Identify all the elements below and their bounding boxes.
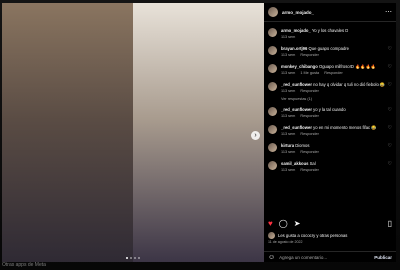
comment-username[interactable]: samil_akkous	[281, 161, 308, 166]
heart-icon[interactable]: ♡	[388, 125, 392, 137]
comment-time: 113 sem	[281, 113, 296, 118]
heart-icon[interactable]: ♡	[388, 143, 392, 155]
avatar[interactable]	[268, 28, 277, 37]
comment-text: Diomos	[295, 143, 310, 148]
avatar[interactable]	[268, 64, 277, 73]
likes-text[interactable]: Les gusta a cococry y otras personas	[278, 233, 347, 238]
comment-item: kirtura Diomos 113 sem Responder ♡	[268, 143, 392, 155]
comment-username[interactable]: brayan.ortj96	[281, 46, 307, 51]
comment-item: armo_mojado_ Yo y los chavales D 113 sem	[268, 28, 392, 40]
heart-icon[interactable]: ♡	[388, 46, 392, 58]
header-username[interactable]: armo_mojado_	[282, 10, 314, 15]
comment-time: 113 sem	[281, 167, 296, 172]
photo-right	[133, 3, 264, 262]
post-media[interactable]: ›	[2, 3, 264, 262]
comment-text: yo en mi momento menos fifac 😂	[313, 125, 377, 130]
comment-text: Oguapo milfroso!D 🔥🔥🔥🔥	[318, 64, 376, 69]
carousel-dots	[126, 257, 140, 259]
avatar[interactable]	[268, 46, 277, 55]
carousel-dot	[138, 257, 140, 259]
comment-item: monkey_chibango Oguapo milfroso!D 🔥🔥🔥🔥 1…	[268, 64, 392, 76]
comment-item: _red_sunflower no hay q olvidar q tuli n…	[268, 82, 392, 94]
comment-time: 113 sem	[281, 34, 296, 39]
post-date: 11 de agosto de 2022	[268, 240, 303, 244]
add-comment-bar: ☺ Agrega un comentario... Publicar	[264, 251, 396, 263]
comment-username[interactable]: _red_sunflower	[281, 107, 312, 112]
emoji-icon[interactable]: ☺	[268, 254, 275, 261]
avatar[interactable]	[268, 161, 277, 170]
avatar[interactable]	[268, 143, 277, 152]
likes-summary[interactable]: Les gusta a cococry y otras personas	[268, 232, 392, 239]
comment-text: Sal	[309, 161, 316, 166]
heart-icon[interactable]: ♡	[388, 64, 392, 76]
comment-text: Yo y los chavales D	[311, 28, 349, 33]
heart-icon[interactable]: ♡	[388, 82, 392, 94]
avatar[interactable]	[268, 107, 277, 116]
comment-item: brayan.ortj96 Que guapo compadre 113 sem…	[268, 46, 392, 58]
view-replies-link[interactable]: Ver respuestas (1)	[281, 97, 392, 101]
bookmark-icon[interactable]: ▯	[388, 220, 392, 228]
comments-panel: armo_mojado_ ⋯ armo_mojado_ Yo y los cha…	[264, 3, 396, 262]
action-bar: ♥ ◯ ➤ ▯	[268, 219, 392, 229]
comment-text: no hay q olvidar q tuli no dió fiebolo 😂	[313, 82, 386, 87]
comment-username[interactable]: _red_sunflower	[281, 82, 312, 87]
comment-username[interactable]: kirtura	[281, 143, 294, 148]
comment-icon[interactable]: ◯	[279, 220, 288, 228]
comment-time: 113 sem	[281, 149, 296, 154]
post-modal: › armo_mojado_ ⋯ armo_mojado_ Yo y los c…	[2, 3, 396, 262]
reply-link[interactable]: Responder	[300, 89, 319, 93]
comment-text: yo y la tal cuando	[313, 107, 346, 112]
comment-list[interactable]: armo_mojado_ Yo y los chavales D 113 sem…	[264, 22, 396, 214]
avatar[interactable]	[268, 82, 277, 91]
photo-left	[2, 3, 133, 262]
comment-username[interactable]: armo_mojado_	[281, 28, 311, 33]
avatar	[268, 232, 275, 239]
comment-time: 113 sem	[281, 88, 296, 93]
heart-icon[interactable]: ♡	[388, 161, 392, 173]
carousel-dot	[134, 257, 136, 259]
comment-time: 113 sem	[281, 131, 296, 136]
comment-input[interactable]: Agrega un comentario...	[279, 255, 327, 260]
more-options-icon[interactable]: ⋯	[385, 8, 392, 16]
comment-item: samil_akkous Sal 113 sem Responder ♡	[268, 161, 392, 173]
reply-link[interactable]: Responder	[324, 71, 343, 75]
comment-item: _red_sunflower yo en mi momento menos fi…	[268, 125, 392, 137]
carousel-dot	[130, 257, 132, 259]
send-icon[interactable]: ➤	[294, 220, 301, 228]
heart-icon[interactable]: ♥	[268, 220, 273, 228]
avatar[interactable]	[268, 7, 278, 17]
comment-time: 113 sem	[281, 52, 296, 57]
reply-link[interactable]: Responder	[300, 132, 319, 136]
comment-likes[interactable]: 1 Me gusta	[300, 71, 319, 75]
publish-button[interactable]: Publicar	[374, 255, 392, 260]
heart-icon[interactable]: ♡	[388, 107, 392, 119]
avatar[interactable]	[268, 125, 277, 134]
reply-link[interactable]: Responder	[300, 114, 319, 118]
comment-time: 113 sem	[281, 70, 296, 75]
comment-username[interactable]: _red_sunflower	[281, 125, 312, 130]
reply-link[interactable]: Responder	[300, 150, 319, 154]
comment-text: Que guapo compadre	[308, 46, 349, 51]
chevron-right-icon[interactable]: ›	[251, 131, 260, 140]
comment-item: _red_sunflower yo y la tal cuando 113 se…	[268, 107, 392, 119]
carousel-dot	[126, 257, 128, 259]
reply-link[interactable]: Responder	[300, 53, 319, 57]
post-header: armo_mojado_ ⋯	[264, 3, 396, 22]
bottom-label: Otras apps de Meta	[2, 262, 46, 268]
reply-link[interactable]: Responder	[300, 168, 319, 172]
comment-username[interactable]: monkey_chibango	[281, 64, 318, 69]
